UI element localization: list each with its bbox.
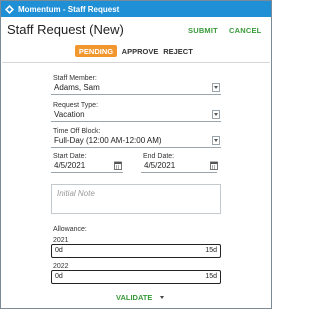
- end-date-value: 4/5/2021: [144, 161, 176, 170]
- start-date-label: Start Date:: [53, 153, 87, 160]
- title-bar: Momentum - Staff Request: [1, 1, 271, 17]
- request-type-label: Request Type:: [53, 102, 99, 109]
- chevron-down-icon[interactable]: [160, 296, 165, 299]
- page-header: Staff Request (New) SUBMIT CANCEL: [1, 17, 271, 41]
- calendar-icon[interactable]: [114, 161, 122, 170]
- staff-member-label: Staff Member:: [53, 75, 97, 82]
- initial-note-placeholder: Initial Note: [57, 189, 95, 198]
- allowance-year: 2022: [53, 263, 69, 270]
- chevron-down-icon[interactable]: [212, 110, 220, 119]
- cancel-button[interactable]: CANCEL: [229, 26, 261, 35]
- allowance-bar: 0d 15d: [51, 244, 221, 258]
- time-off-block-select[interactable]: Full-Day (12:00 AM-12:00 AM): [51, 135, 221, 148]
- tab-approve[interactable]: APPROVE: [122, 45, 159, 57]
- submit-button[interactable]: SUBMIT: [188, 26, 218, 35]
- page-title: Staff Request (New): [7, 22, 124, 37]
- staff-member-value: Adams, Sam: [54, 83, 100, 92]
- allowance-label: Allowance:: [53, 226, 87, 233]
- end-date-field[interactable]: 4/5/2021: [141, 160, 217, 173]
- app-window: Momentum - Staff Request Staff Request (…: [0, 0, 272, 309]
- time-off-block-value: Full-Day (12:00 AM-12:00 AM): [54, 136, 162, 145]
- validate-label: VALIDATE: [116, 293, 153, 302]
- validate-button[interactable]: VALIDATE: [116, 293, 165, 302]
- allowance-bar: 0d 15d: [51, 270, 221, 284]
- end-date-label: End Date:: [143, 153, 175, 160]
- chevron-down-icon[interactable]: [212, 136, 220, 145]
- time-off-block-label: Time Off Block:: [53, 128, 101, 135]
- allowance-total: 15d: [205, 273, 217, 280]
- header-divider: [2, 62, 270, 63]
- allowance-used: 0d: [55, 273, 63, 280]
- app-logo-icon: [5, 4, 14, 14]
- window-title: Momentum - Staff Request: [18, 4, 120, 14]
- allowance-total: 15d: [205, 247, 217, 254]
- request-type-select[interactable]: Vacation: [51, 109, 221, 122]
- initial-note-textarea[interactable]: Initial Note: [51, 184, 221, 214]
- chevron-down-icon[interactable]: [212, 83, 220, 92]
- allowance-used: 0d: [55, 247, 63, 254]
- tab-reject[interactable]: REJECT: [163, 45, 193, 57]
- request-type-value: Vacation: [54, 110, 85, 119]
- calendar-icon[interactable]: [210, 161, 218, 170]
- tab-pending[interactable]: PENDING: [75, 45, 117, 57]
- staff-member-select[interactable]: Adams, Sam: [51, 82, 221, 95]
- allowance-year: 2021: [53, 237, 69, 244]
- status-tabs: PENDING APPROVE REJECT: [1, 43, 271, 59]
- start-date-field[interactable]: 4/5/2021: [51, 160, 123, 173]
- start-date-value: 4/5/2021: [54, 161, 86, 170]
